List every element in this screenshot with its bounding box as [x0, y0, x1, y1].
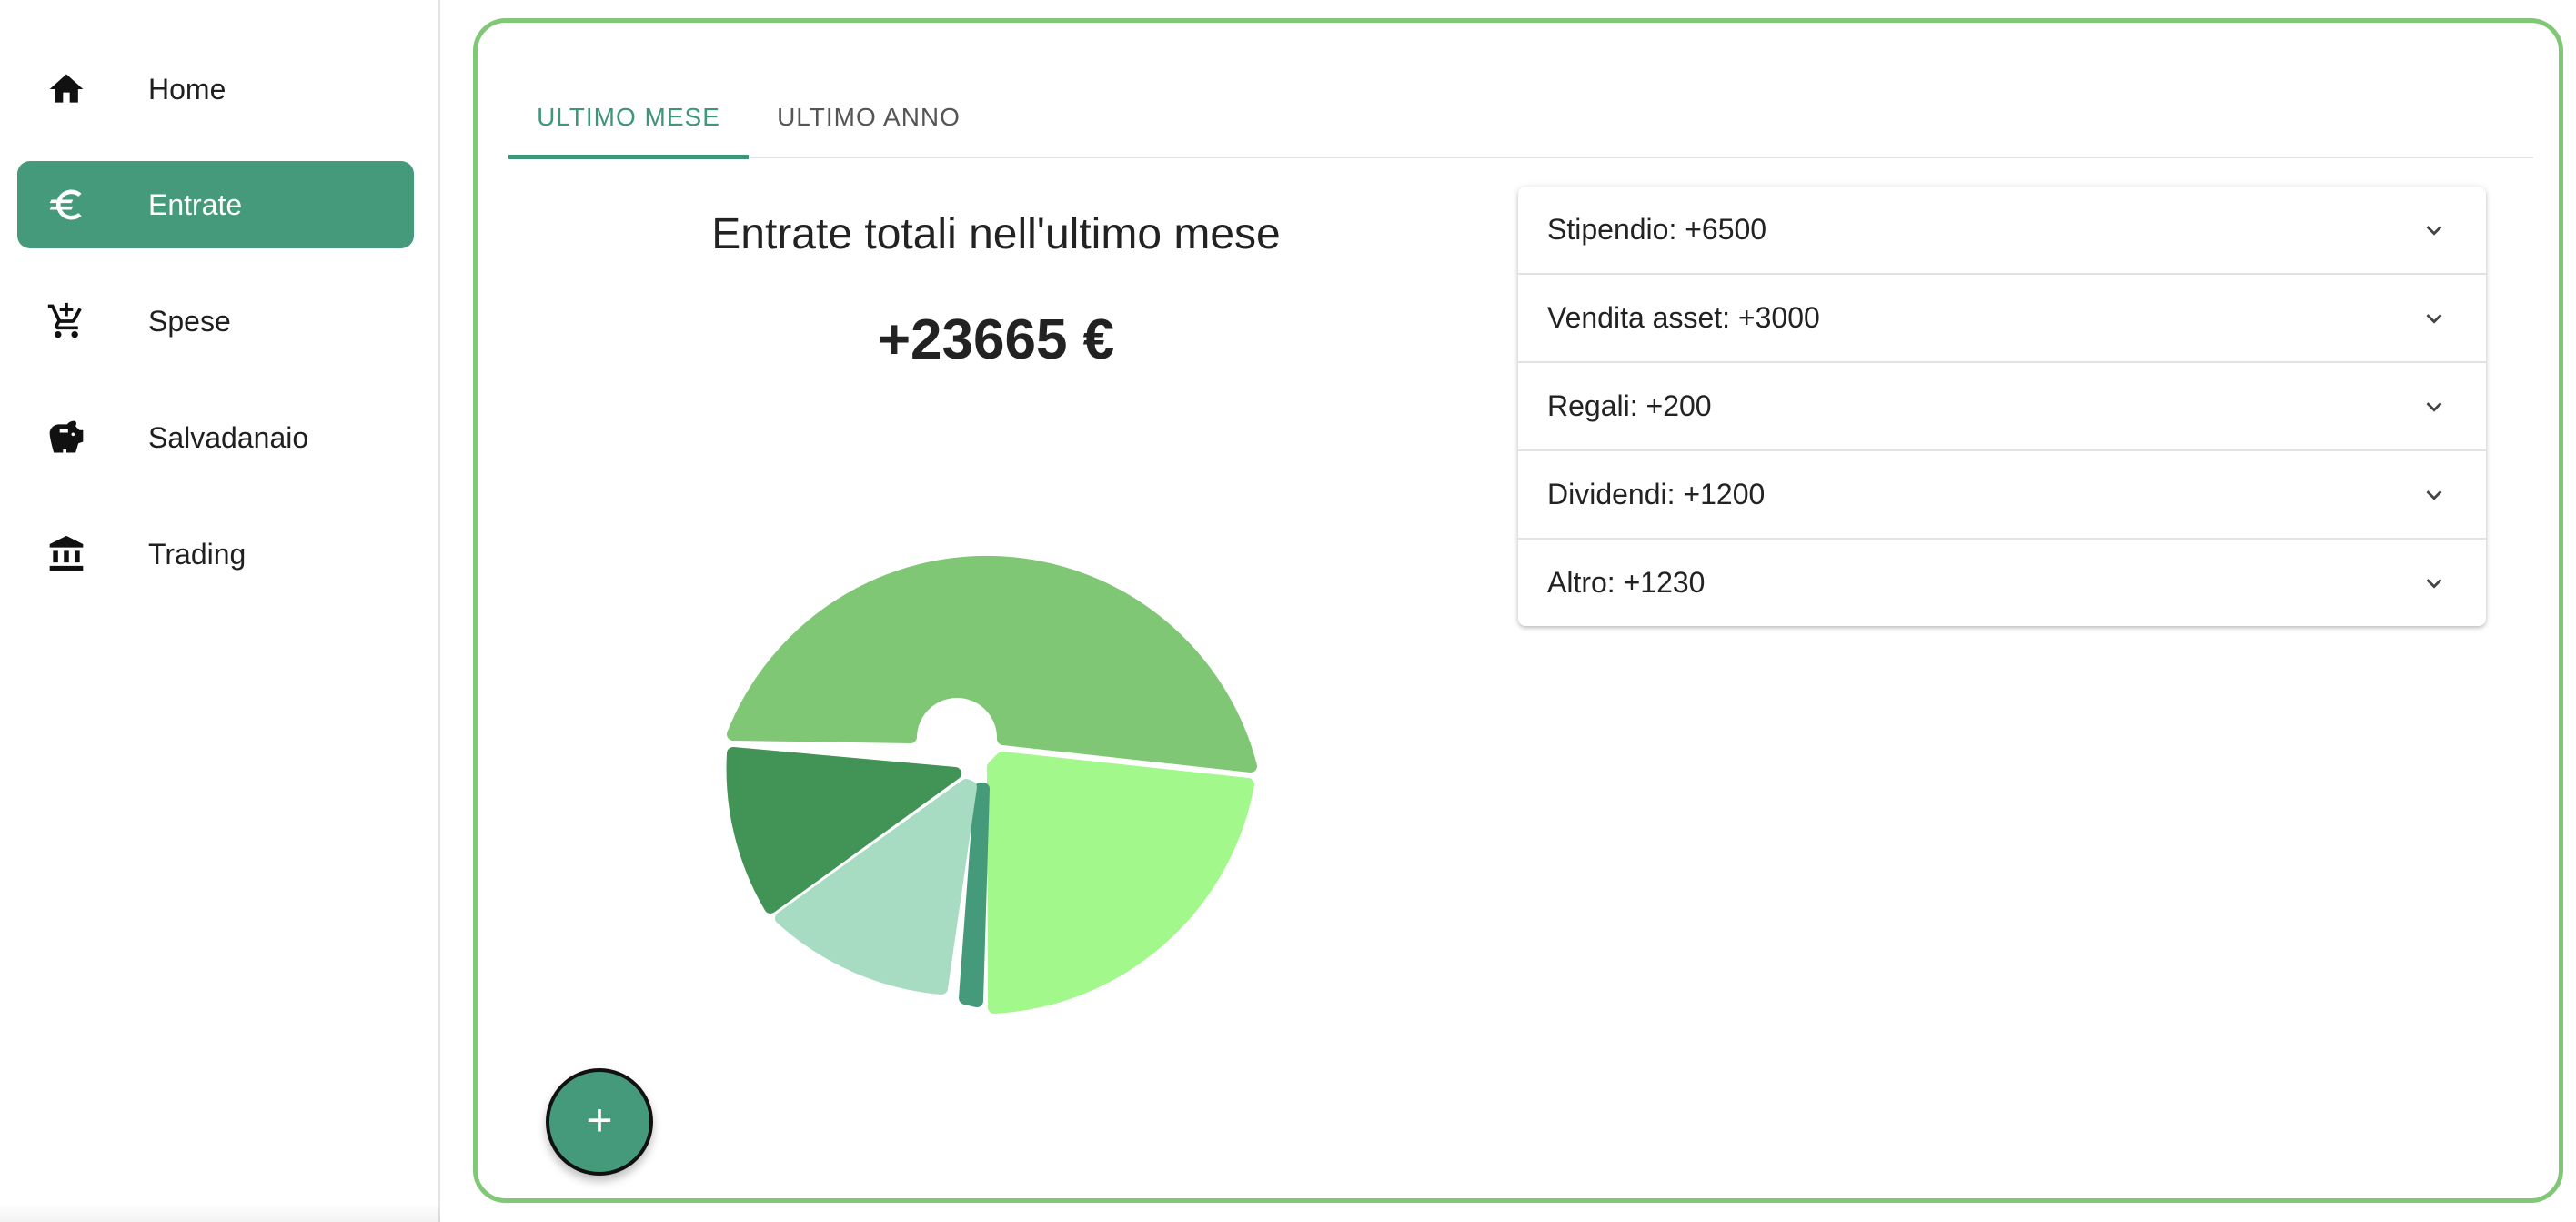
sidebar-item-label: Spese: [148, 305, 231, 338]
total-value: +23665 €: [877, 308, 1115, 371]
home-icon: [46, 69, 86, 109]
main-panel: ULTIMO MESE ULTIMO ANNO Entrate totali n…: [473, 18, 2563, 1203]
sidebar-item-home[interactable]: Home: [17, 45, 414, 133]
sidebar-item-entrate[interactable]: Entrate: [17, 161, 414, 248]
sidebar-item-label: Salvadanaio: [148, 421, 309, 454]
piggy-bank-icon: [46, 418, 86, 458]
sidebar-shadow: [0, 1204, 440, 1222]
accordion-item-label: Altro: +1230: [1547, 566, 1706, 599]
pie-slice-vendita-asset[interactable]: [987, 752, 1254, 1014]
chevron-down-icon[interactable]: [2419, 568, 2450, 599]
tab-ultimo-anno[interactable]: ULTIMO ANNO: [749, 64, 989, 158]
accordion-item-stipendio[interactable]: Stipendio: +6500: [1518, 187, 2486, 273]
tab-ultimo-mese[interactable]: ULTIMO MESE: [508, 64, 749, 158]
accordion-item-label: Vendita asset: +3000: [1547, 301, 1820, 334]
accordion-item-regali[interactable]: Regali: +200: [1518, 361, 2486, 449]
sidebar: Home Entrate Spese Salvadanaio Trading: [0, 0, 440, 1222]
sidebar-item-label: Entrate: [148, 188, 243, 221]
income-category-list: Stipendio: +6500 Vendita asset: +3000 Re…: [1518, 187, 2486, 626]
tab-indicator: [508, 155, 749, 159]
accordion-item-label: Dividendi: +1200: [1547, 478, 1766, 510]
euro-icon: [46, 185, 86, 225]
income-pie-chart: [726, 555, 1257, 1014]
tab-bar: ULTIMO MESE ULTIMO ANNO: [508, 64, 2533, 159]
sidebar-item-label: Trading: [148, 538, 247, 571]
cart-add-icon: [46, 301, 86, 341]
chevron-down-icon[interactable]: [2419, 215, 2450, 246]
chevron-down-icon[interactable]: [2419, 391, 2450, 422]
total-title: Entrate totali nell'ultimo mese: [711, 210, 1281, 258]
add-income-button[interactable]: +: [546, 1068, 653, 1176]
accordion-item-dividendi[interactable]: Dividendi: +1200: [1518, 449, 2486, 538]
accordion-item-label: Regali: +200: [1547, 389, 1712, 422]
sidebar-item-trading[interactable]: Trading: [17, 510, 414, 598]
accordion-item-vendita-asset[interactable]: Vendita asset: +3000: [1518, 273, 2486, 361]
sidebar-item-salvadanaio[interactable]: Salvadanaio: [17, 394, 414, 481]
chevron-down-icon[interactable]: [2419, 480, 2450, 510]
sidebar-item-label: Home: [148, 73, 226, 106]
accordion-item-label: Stipendio: +6500: [1547, 213, 1767, 246]
bank-icon: [46, 534, 86, 574]
pie-slice-stipendio[interactable]: [727, 555, 1257, 773]
sidebar-item-spese[interactable]: Spese: [17, 278, 414, 365]
accordion-item-altro[interactable]: Altro: +1230: [1518, 538, 2486, 626]
chevron-down-icon[interactable]: [2419, 303, 2450, 334]
